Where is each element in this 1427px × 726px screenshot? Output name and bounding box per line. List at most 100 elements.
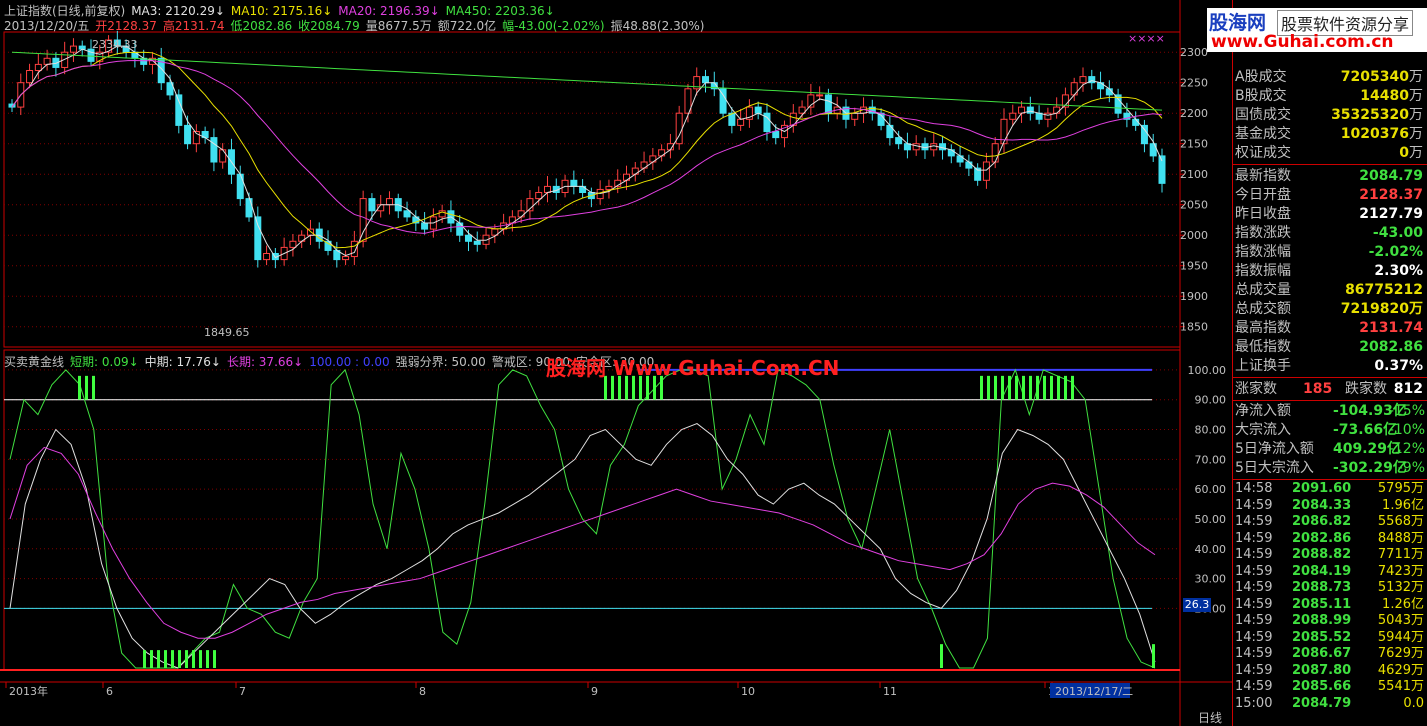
- vol-cell: 7423万: [1377, 563, 1424, 579]
- candle-body-20: [184, 124, 192, 145]
- index-stat-row: 最低指数 2082.86: [1235, 338, 1423, 357]
- ind-item-0: 买卖黄金线: [4, 355, 65, 369]
- line1-item-0: 上证指数(日线,前复权): [4, 4, 126, 18]
- candle-body-32: [289, 240, 297, 248]
- candle-body-43: [385, 198, 393, 206]
- signal-bar: [85, 375, 88, 400]
- candle-body-96: [851, 112, 859, 120]
- t-cell: 14:59: [1235, 530, 1273, 546]
- index-stat-row: 指数涨幅 -2.02%: [1235, 243, 1423, 262]
- period-label[interactable]: 日线: [1198, 709, 1222, 726]
- signal-bar: [213, 650, 216, 668]
- candle-body-87: [772, 131, 780, 139]
- t-cell: 14:59: [1235, 497, 1273, 513]
- trade-tick-row: 14:59 2085.66 5541万: [1235, 679, 1427, 696]
- ind-tick-label: 100.00: [1188, 364, 1227, 377]
- xtick-label-4: 9: [591, 685, 598, 698]
- trade-tick-row: 14:59 2085.11 1.26亿: [1235, 597, 1427, 614]
- line2-item-6: 额722.0亿: [437, 19, 497, 33]
- candle-body-7: [69, 45, 77, 53]
- v-cell: -10%: [1388, 422, 1425, 438]
- trade-tick-row: 14:59 2087.80 4629万: [1235, 663, 1427, 680]
- trade-tick-row: 14:59 2084.19 7423万: [1235, 564, 1427, 581]
- v-cell: 35325320万: [1331, 106, 1423, 125]
- signal-bar: [980, 375, 983, 400]
- signal-bar: [150, 650, 153, 668]
- v-cell: -43.00: [1372, 225, 1423, 241]
- t-cell: 14:59: [1235, 679, 1273, 694]
- vol-cell: 4629万: [1377, 662, 1424, 678]
- signal-bar: [157, 650, 160, 668]
- vol-cell: 5132万: [1377, 580, 1424, 595]
- signal-bars: [78, 375, 1155, 668]
- annotation-low: 1849.65: [204, 326, 250, 339]
- signal-bar: [994, 375, 997, 400]
- signal-bar: [78, 375, 81, 400]
- t-cell: 14:59: [1235, 646, 1273, 661]
- signal-bar: [92, 375, 95, 400]
- candle-body-67: [596, 188, 604, 200]
- signal-bar: [1152, 644, 1155, 668]
- ind-tick-label: 70.00: [1195, 453, 1227, 466]
- k-cell: 上证换手: [1235, 358, 1291, 374]
- t-cell: 14:59: [1235, 580, 1273, 595]
- signal-bar: [1064, 375, 1067, 400]
- k-cell: 最低指数: [1235, 339, 1291, 355]
- price-tick-label: 2050: [1180, 199, 1208, 212]
- candle-body-60: [535, 192, 543, 200]
- index-stat-row: 昨日收盘 2127.79: [1235, 205, 1423, 224]
- vol-cell: 8488万: [1377, 530, 1424, 546]
- t-cell: 14:59: [1235, 514, 1273, 529]
- signal-bar: [1008, 375, 1011, 400]
- v-cell: 2082.86: [1359, 339, 1423, 355]
- k-cell: B股成交: [1235, 88, 1287, 104]
- candle-body-103: [912, 143, 920, 151]
- index-stat-row: 总成交额 7219820万: [1235, 300, 1423, 319]
- t-cell: 14:59: [1235, 613, 1273, 628]
- trade-tick-row: 14:59 2082.86 8488万: [1235, 531, 1427, 548]
- k-cell: 大宗流入: [1235, 422, 1291, 438]
- signal-bar: [940, 644, 943, 668]
- candle-body-118: [1044, 112, 1052, 120]
- candle-body-112: [991, 143, 999, 163]
- ind-tick-label: 50.00: [1195, 513, 1227, 526]
- market-turnover-row: 基金成交 1020376万: [1235, 125, 1423, 144]
- candle-body-79: [702, 76, 710, 84]
- logo: 股海网 股票软件资源分享 www.Guhai.com.cn: [1207, 8, 1427, 52]
- xtick-label-1: 6: [106, 685, 113, 698]
- t-cell: 15:00: [1235, 695, 1273, 711]
- turnover-unit: 万: [1409, 126, 1423, 142]
- ind-line-长期: [9, 446, 1156, 639]
- signal-bar: [192, 650, 195, 668]
- candle-body-58: [517, 210, 525, 218]
- p-cell: 2086.82: [1292, 514, 1352, 529]
- p-cell: 2088.82: [1292, 547, 1352, 562]
- separator-4: [1232, 479, 1427, 480]
- signal-bar: [987, 375, 990, 400]
- fund-flow-row: 5日大宗流入 -302.29亿 -9%: [1235, 459, 1425, 478]
- candle-body-38: [342, 256, 350, 261]
- candle-body-119: [1053, 106, 1061, 114]
- vol-cell: 5944万: [1377, 629, 1424, 645]
- candle-body-105: [930, 143, 938, 151]
- line2-item-7: 幅-43.00(-2.02%): [502, 19, 605, 33]
- signal-bar: [1029, 375, 1032, 400]
- p-cell: 2084.33: [1292, 497, 1352, 513]
- signal-bar: [164, 650, 167, 668]
- k-cell: -73.66亿: [1333, 422, 1398, 438]
- trade-tick-row: 14:59 2088.82 7711万: [1235, 547, 1427, 564]
- turnover-value: 14480: [1360, 88, 1409, 104]
- k-cell: 昨日收盘: [1235, 206, 1291, 222]
- line2-item-2: 高2131.74: [162, 19, 225, 33]
- candle-body-109: [965, 161, 973, 169]
- logo-url: www.Guhai.com.cn: [1211, 32, 1394, 52]
- trade-tick-row: 14:59 2085.52 5944万: [1235, 630, 1427, 647]
- market-turnover-row: A股成交 7205340万: [1235, 68, 1423, 87]
- candle-body-92: [816, 94, 824, 97]
- candle-body-129: [1140, 124, 1148, 145]
- candle-body-40: [359, 198, 367, 242]
- line1-item-1: MA3: 2120.29↓: [131, 4, 225, 18]
- line2-item-8: 振48.88(2.30%): [610, 19, 705, 33]
- candle-body-29: [263, 253, 271, 261]
- ind-item-5: 强弱分界: 50.00: [395, 355, 486, 369]
